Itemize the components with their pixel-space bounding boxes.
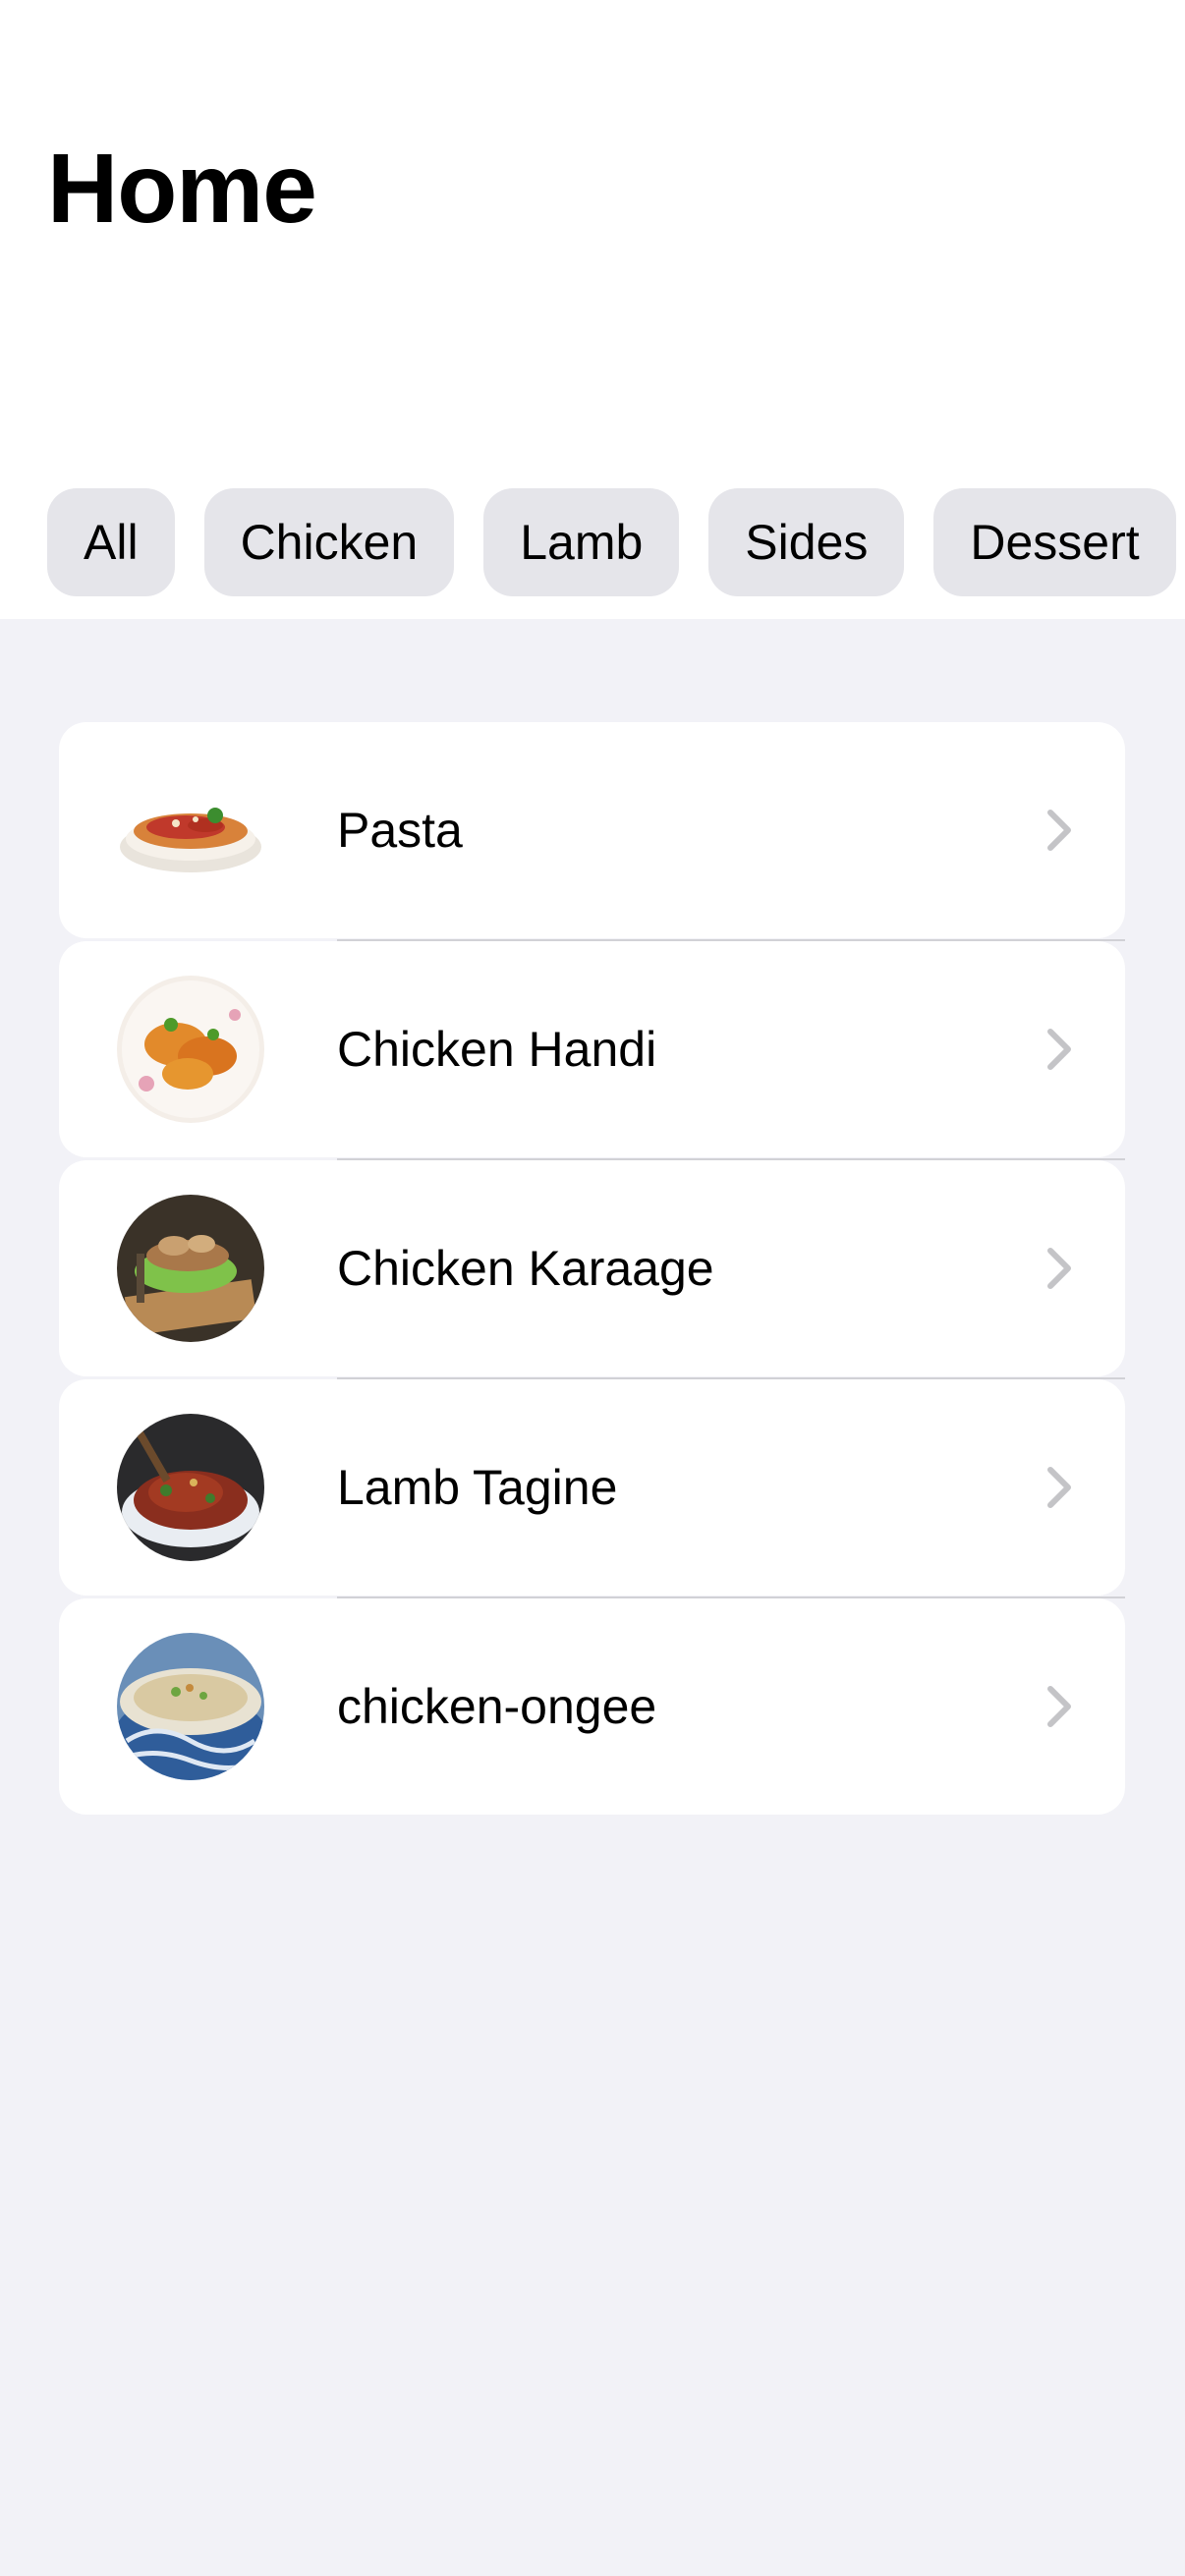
filter-chip-sides[interactable]: Sides xyxy=(708,488,905,596)
page-title: Home xyxy=(47,134,317,244)
chevron-right-icon xyxy=(1044,1464,1074,1511)
filter-chip-chicken[interactable]: Chicken xyxy=(203,488,455,596)
recipe-row-chicken-karaage[interactable]: Chicken Karaage xyxy=(59,1160,1125,1379)
filter-chip-dessert[interactable]: Dessert xyxy=(933,488,1176,596)
recipe-name: Pasta xyxy=(337,803,463,858)
chevron-right-icon xyxy=(1044,1245,1074,1292)
recipe-name: Chicken Karaage xyxy=(337,1241,714,1296)
filter-chip-all[interactable]: All xyxy=(47,488,175,596)
recipe-row-chicken-handi[interactable]: Chicken Handi xyxy=(59,941,1125,1160)
recipe-name: Chicken Handi xyxy=(337,1022,657,1077)
chicken-ongee-thumbnail xyxy=(117,1633,264,1780)
recipe-name: Lamb Tagine xyxy=(337,1460,618,1515)
chicken-karaage-thumbnail xyxy=(117,1195,264,1342)
header-area: Home All Chicken Lamb Sides Dessert xyxy=(0,0,1185,619)
filter-chip-lamb[interactable]: Lamb xyxy=(483,488,680,596)
chevron-right-icon xyxy=(1044,1026,1074,1073)
recipe-row-lamb-tagine[interactable]: Lamb Tagine xyxy=(59,1379,1125,1598)
recipe-list: Pasta Chicken Handi Chicken Karaage Lamb… xyxy=(59,722,1125,1818)
recipe-row-pasta[interactable]: Pasta xyxy=(59,722,1125,941)
recipe-name: chicken-ongee xyxy=(337,1679,657,1734)
recipe-row-chicken-ongee[interactable]: chicken-ongee xyxy=(59,1598,1125,1815)
lamb-tagine-thumbnail xyxy=(117,1414,264,1561)
chicken-handi-thumbnail xyxy=(117,976,264,1123)
chevron-right-icon xyxy=(1044,1683,1074,1730)
chevron-right-icon xyxy=(1044,807,1074,854)
pasta-thumbnail xyxy=(117,756,264,904)
category-filter-bar: All Chicken Lamb Sides Dessert xyxy=(47,488,1176,596)
